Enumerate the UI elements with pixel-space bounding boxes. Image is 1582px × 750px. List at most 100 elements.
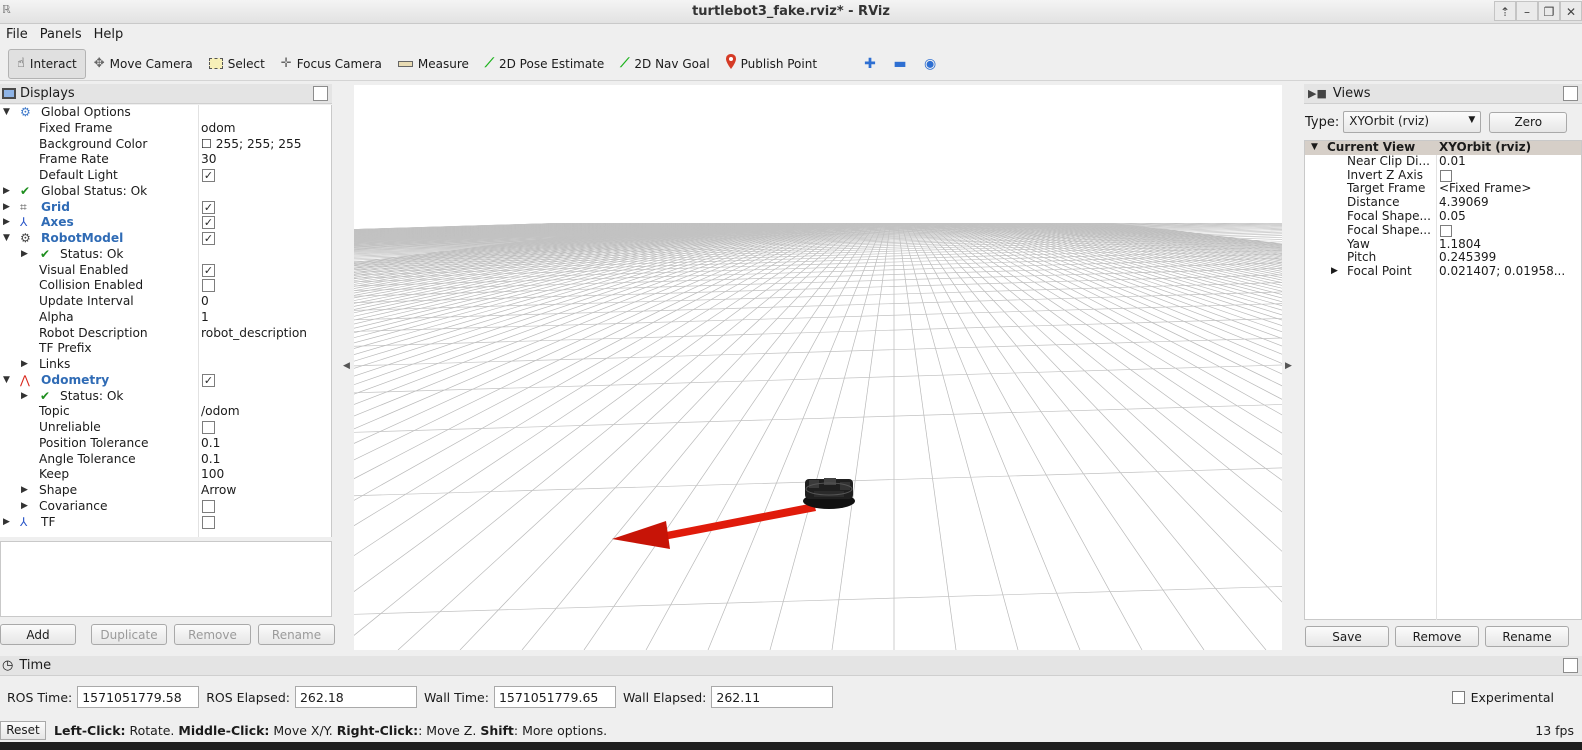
ros-elapsed-field[interactable]: 262.18 <box>294 686 417 708</box>
display-row-checkbox[interactable] <box>202 421 215 434</box>
collapse-arrow-icon[interactable]: ▶ <box>1331 265 1338 279</box>
display-row[interactable]: TF Prefix <box>0 341 331 357</box>
right-splitter-arrow-icon[interactable]: ▶ <box>1285 361 1292 371</box>
current-view-row[interactable]: ▼ Current View XYOrbit (rviz) <box>1305 140 1581 155</box>
display-row[interactable]: Visual Enabled ✓ <box>0 263 331 279</box>
displays-float-checkbox[interactable] <box>313 86 328 101</box>
display-row[interactable]: Default Light ✓ <box>0 168 331 184</box>
display-row[interactable]: ▶ ⅄ TF <box>0 515 331 531</box>
tool-move-camera[interactable]: ✥ Move Camera <box>86 49 201 79</box>
collapse-arrow-icon[interactable]: ▶ <box>21 247 31 263</box>
tool-focus-camera[interactable]: ✛ Focus Camera <box>273 49 390 79</box>
display-row[interactable]: Update Interval 0 <box>0 294 331 310</box>
menu-help[interactable]: Help <box>88 25 130 45</box>
experimental-checkbox[interactable] <box>1451 690 1465 704</box>
display-row-value[interactable]: 0 <box>201 294 209 310</box>
collapse-arrow-icon[interactable]: ▶ <box>3 515 13 531</box>
display-row-value[interactable]: robot_description <box>201 326 307 342</box>
expand-arrow-icon[interactable]: ▼ <box>3 373 13 389</box>
view-type-select[interactable]: XYOrbit (rviz) ▼ <box>1343 111 1482 133</box>
left-splitter-arrow-icon[interactable]: ◀ <box>343 361 350 371</box>
display-row[interactable]: ▶ Shape Arrow <box>0 483 331 499</box>
display-row[interactable]: Alpha 1 <box>0 310 331 326</box>
view-property-checkbox[interactable] <box>1440 169 1452 182</box>
duplicate-display-button[interactable]: Duplicate <box>91 624 167 645</box>
display-row[interactable]: ▶ ⅄ Axes ✓ <box>0 215 331 231</box>
remove-tool-button[interactable]: ▬ <box>885 49 915 79</box>
display-row-value[interactable]: ☐ 255; 255; 255 <box>201 137 302 153</box>
display-row[interactable]: ▶ ✔ Global Status: Ok <box>0 184 331 200</box>
window-minimize-button[interactable]: – <box>1516 1 1538 21</box>
display-row[interactable]: Topic/odom <box>0 404 331 420</box>
rename-display-button[interactable]: Rename <box>258 624 335 645</box>
display-row-value[interactable]: /odom <box>201 404 240 420</box>
add-display-button[interactable]: Add <box>0 624 76 645</box>
display-row[interactable]: ▼ ⚙ Global Options <box>0 105 331 121</box>
view-property-row[interactable]: Yaw 1.1804 <box>1305 237 1581 252</box>
view-property-row[interactable]: Invert Z Axis <box>1305 168 1581 183</box>
display-row-checkbox[interactable] <box>202 499 215 513</box>
zero-view-button[interactable]: Zero <box>1489 111 1568 133</box>
display-row[interactable]: Robot Description robot_description <box>0 326 331 342</box>
display-row-value[interactable]: 0.1 <box>201 436 220 452</box>
display-row[interactable]: ▶ ✔ Status: Ok <box>0 389 331 405</box>
collapse-arrow-icon[interactable]: ▶ <box>3 184 13 200</box>
display-row-checkbox[interactable]: ✓ <box>202 232 215 245</box>
view-property-row[interactable]: Focal Shape... 0.05 <box>1305 209 1581 224</box>
view-property-value[interactable]: 0.245399 <box>1439 251 1496 265</box>
window-shade-button[interactable]: ⇡ <box>1494 1 1516 21</box>
display-row-checkbox[interactable] <box>202 515 215 529</box>
tool-select[interactable]: Select <box>201 49 273 79</box>
display-row-value[interactable]: 0.1 <box>201 452 220 468</box>
display-row[interactable]: Unreliable <box>0 420 331 436</box>
menu-panels[interactable]: Panels <box>34 25 88 45</box>
collapse-arrow-icon[interactable]: ▶ <box>21 357 31 373</box>
tool-publish-point[interactable]: Publish Point <box>718 49 825 79</box>
tool-interact[interactable]: ☝ Interact <box>8 48 86 79</box>
collapse-arrow-icon[interactable]: ▶ <box>3 200 13 216</box>
display-row-value[interactable]: 1 <box>201 310 209 326</box>
display-row[interactable]: Keep 100 <box>0 467 331 483</box>
render-viewport[interactable] <box>354 85 1282 650</box>
view-property-value[interactable]: 0.01 <box>1439 154 1466 169</box>
display-row-checkbox[interactable] <box>202 279 215 293</box>
display-row[interactable]: Background Color ☐ 255; 255; 255 <box>0 137 331 153</box>
collapse-arrow-icon[interactable]: ▶ <box>21 499 31 515</box>
display-row[interactable]: ▶ ✔ Status: Ok <box>0 247 331 263</box>
view-property-row[interactable]: Distance 4.39069 <box>1305 195 1581 210</box>
display-row-checkbox[interactable]: ✓ <box>202 200 215 214</box>
reset-button[interactable]: Reset <box>0 720 46 740</box>
display-row[interactable]: Position Tolerance 0.1 <box>0 436 331 452</box>
display-row-checkbox[interactable]: ✓ <box>202 373 215 387</box>
view-property-row[interactable]: Target Frame <Fixed Frame> <box>1305 182 1581 196</box>
display-row[interactable]: ▶ Links <box>0 357 331 373</box>
collapse-arrow-icon[interactable]: ▶ <box>21 483 31 499</box>
display-row-value[interactable]: 100 <box>201 467 224 483</box>
expand-arrow-icon[interactable]: ▼ <box>3 231 13 247</box>
save-view-button[interactable]: Save <box>1305 626 1389 647</box>
view-property-value[interactable]: <Fixed Frame> <box>1439 182 1531 196</box>
remove-view-button[interactable]: Remove <box>1395 626 1479 647</box>
time-float-checkbox[interactable] <box>1563 658 1578 673</box>
remove-display-button[interactable]: Remove <box>174 624 251 645</box>
display-row-checkbox[interactable]: ✓ <box>202 216 215 230</box>
views-float-checkbox[interactable] <box>1563 86 1578 101</box>
display-row-value[interactable]: Arrow <box>201 483 236 499</box>
display-row-value[interactable]: odom <box>201 121 236 137</box>
tool-measure[interactable]: Measure <box>390 49 477 79</box>
tool-2d-pose-estimate[interactable]: ⟋ 2D Pose Estimate <box>477 49 612 79</box>
display-row[interactable]: ▶ Covariance <box>0 499 331 515</box>
collapse-arrow-icon[interactable]: ▶ <box>3 215 13 231</box>
view-property-row[interactable]: Focal Shape... <box>1305 223 1581 238</box>
view-property-value[interactable]: 1.1804 <box>1439 237 1481 252</box>
display-row[interactable]: ▶ ⌗ Grid ✓ <box>0 200 331 216</box>
display-row-value[interactable]: 30 <box>201 152 217 168</box>
view-property-checkbox[interactable] <box>1440 224 1452 237</box>
view-property-value[interactable]: 4.39069 <box>1439 195 1489 210</box>
window-close-button[interactable]: ✕ <box>1560 1 1582 21</box>
window-maximize-button[interactable]: ❐ <box>1538 1 1560 21</box>
collapse-arrow-icon[interactable]: ▶ <box>21 389 31 405</box>
rename-view-button[interactable]: Rename <box>1485 626 1569 647</box>
display-row[interactable]: ▼ ⋀ Odometry ✓ <box>0 373 331 389</box>
display-row[interactable]: Frame Rate 30 <box>0 152 331 168</box>
